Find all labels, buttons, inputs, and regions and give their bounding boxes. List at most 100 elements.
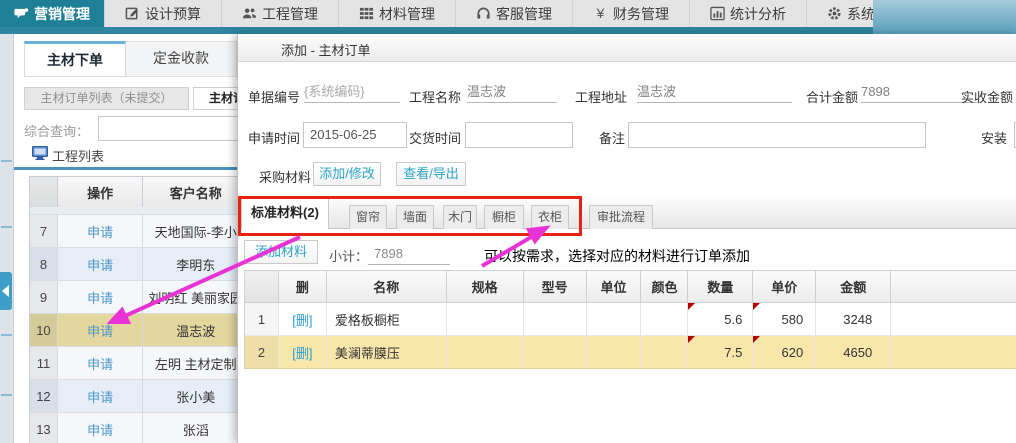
material-model: [524, 336, 587, 369]
material-qty-cell[interactable]: 7.5: [688, 336, 753, 369]
apply-link[interactable]: 申请: [87, 255, 113, 274]
nav-tab-label: 设计预算: [145, 4, 201, 24]
material-color: [641, 336, 688, 369]
apply-link[interactable]: 申请: [87, 420, 113, 439]
apply-link[interactable]: 申请: [87, 354, 113, 373]
project-addr-field[interactable]: 温志波: [637, 81, 792, 103]
subtotal-underline: [368, 264, 450, 265]
materials-table: 删 名称 规格 型号 单位 颜色 数量 单价 金额 1 [删] 爱格板橱柜 5.…: [244, 270, 1016, 369]
tab-standard-material[interactable]: 标准材料(2): [241, 197, 329, 229]
header-blank: [245, 271, 279, 302]
view-export-button[interactable]: 查看/导出: [396, 162, 466, 186]
remark-label: 备注: [599, 128, 625, 147]
table-row[interactable]: 9 申请 刘明红 美丽家园: [30, 281, 237, 314]
table-row[interactable]: 8 申请 李明东: [30, 248, 237, 281]
customer-name: 刘明红 美丽家园: [143, 281, 237, 314]
received-amount-label: 实收金额: [961, 87, 1013, 106]
apply-link[interactable]: 申请: [87, 321, 113, 340]
nav-tab-marketing[interactable]: 营销管理: [0, 0, 105, 27]
gutter-dash: [1, 226, 12, 228]
delete-link[interactable]: [删]: [292, 310, 312, 329]
table-row[interactable]: 13 申请 张滔: [30, 413, 237, 443]
project-table: 操作 客户名称 7 申请 天地国际-李小 8 申请 李明东 9 申请 刘明红 美…: [29, 176, 237, 443]
customer-name: 左明 主材定制: [143, 347, 237, 380]
material-qty-cell[interactable]: 5.6: [688, 303, 753, 336]
table-row-selected[interactable]: 10 申请 温志波: [30, 314, 237, 347]
nav-tab-finance[interactable]: ¥ 财务管理: [573, 0, 690, 27]
table-row[interactable]: 11 申请 左明 主材定制: [30, 347, 237, 380]
tab-main-material-order[interactable]: 主材下单: [24, 41, 126, 77]
table-row[interactable]: 7 申请 天地国际-李小: [30, 215, 237, 248]
nav-tab-label: 材料管理: [379, 4, 435, 24]
monitor-icon: [32, 146, 49, 160]
nav-tab-material-mgmt[interactable]: 材料管理: [339, 0, 456, 27]
remark-input[interactable]: [628, 122, 926, 148]
apply-link[interactable]: 申请: [87, 387, 113, 406]
edit-icon: [125, 6, 140, 21]
project-table-header: 操作 客户名称: [30, 177, 237, 207]
nav-tab-statistics[interactable]: 统计分析: [690, 0, 807, 27]
apply-link[interactable]: 申请: [87, 288, 113, 307]
tab-wall[interactable]: 墙面: [396, 205, 434, 229]
gutter-dash: [1, 160, 12, 162]
material-price-cell[interactable]: 620: [753, 336, 816, 369]
project-addr-label: 工程地址: [575, 87, 627, 106]
team-icon: [242, 6, 257, 21]
partial-row: [30, 207, 237, 215]
row-number: 1: [245, 303, 279, 336]
add-edit-button[interactable]: 添加/修改: [313, 162, 381, 186]
nav-tab-design-budget[interactable]: 设计预算: [105, 0, 222, 27]
tab-wardrobe[interactable]: 衣柜: [531, 205, 569, 229]
material-row[interactable]: 1 [删] 爱格板橱柜 5.6 580 3248: [245, 303, 1016, 336]
tab-wood-door[interactable]: 木门: [443, 205, 477, 229]
header-qty: 数量: [688, 271, 753, 302]
customer-name: 温志波: [143, 314, 237, 347]
add-material-button[interactable]: 添加材料: [244, 240, 318, 264]
nav-accent-strip: [0, 27, 1016, 34]
gear-icon: [827, 6, 842, 21]
row-number: 2: [245, 336, 279, 369]
table-row[interactable]: 12 申请 张小美: [30, 380, 237, 413]
editable-marker: [688, 336, 695, 343]
subtotal-label: 小计：: [329, 246, 368, 265]
header-model: 型号: [524, 271, 587, 302]
delivery-date-input[interactable]: [465, 122, 573, 148]
tab-deposit-collection[interactable]: 定金收款: [126, 41, 237, 77]
nav-tab-project-mgmt[interactable]: 工程管理: [222, 0, 339, 27]
panel-collapse-handle[interactable]: [0, 272, 12, 310]
nav-tab-customer-service[interactable]: 客服管理: [456, 0, 573, 27]
tab-curtain[interactable]: 窗帘: [349, 205, 387, 229]
nav-tab-label: 工程管理: [262, 4, 318, 24]
sidebar-panel: 主材下单 定金收款 主材订单列表（未提交） 主材订单 综合查询： 工程列表 操作…: [14, 34, 237, 443]
apply-link[interactable]: 申请: [87, 222, 113, 241]
project-list-title: 工程列表: [52, 146, 104, 165]
material-row-selected[interactable]: 2 [删] 美澜蒂膜压 7.5 620 4650: [245, 336, 1016, 369]
header-customer: 客户名称: [143, 177, 237, 207]
chat-icon: [14, 6, 29, 21]
search-label: 综合查询：: [24, 121, 89, 140]
header-price: 单价: [753, 271, 816, 302]
collapse-arrow-icon: [2, 285, 9, 297]
nav-tab-label: 财务管理: [613, 4, 669, 24]
material-price-cell[interactable]: 580: [753, 303, 816, 336]
doc-no-label: 单据编号: [248, 87, 300, 106]
search-input[interactable]: [98, 116, 237, 141]
materials-table-header: 删 名称 规格 型号 单位 颜色 数量 单价 金额: [245, 271, 1016, 303]
apply-date-label: 申请时间: [248, 128, 300, 147]
delete-link[interactable]: [删]: [292, 343, 312, 362]
material-extra: [891, 303, 1016, 336]
apply-date-input[interactable]: 2015-06-25: [303, 122, 407, 148]
button-material-order[interactable]: 主材订单: [193, 87, 237, 110]
doc-no-field[interactable]: {系统编码}: [304, 81, 400, 103]
annotation-text: 可以按需求，选择对应的材料进行订单添加: [484, 246, 750, 266]
header-extra: [891, 271, 1016, 302]
tab-approval-flow[interactable]: 审批流程: [589, 205, 653, 229]
material-spec: [447, 303, 524, 336]
nav-right-gradient: [873, 0, 1016, 34]
yen-icon: ¥: [593, 6, 608, 21]
button-order-list-unsubmitted[interactable]: 主材订单列表（未提交）: [24, 87, 189, 110]
customer-name: 张小美: [143, 380, 237, 413]
header-name: 名称: [327, 271, 447, 302]
tab-cabinet[interactable]: 橱柜: [484, 205, 524, 229]
project-name-field[interactable]: 温志波: [467, 81, 557, 103]
